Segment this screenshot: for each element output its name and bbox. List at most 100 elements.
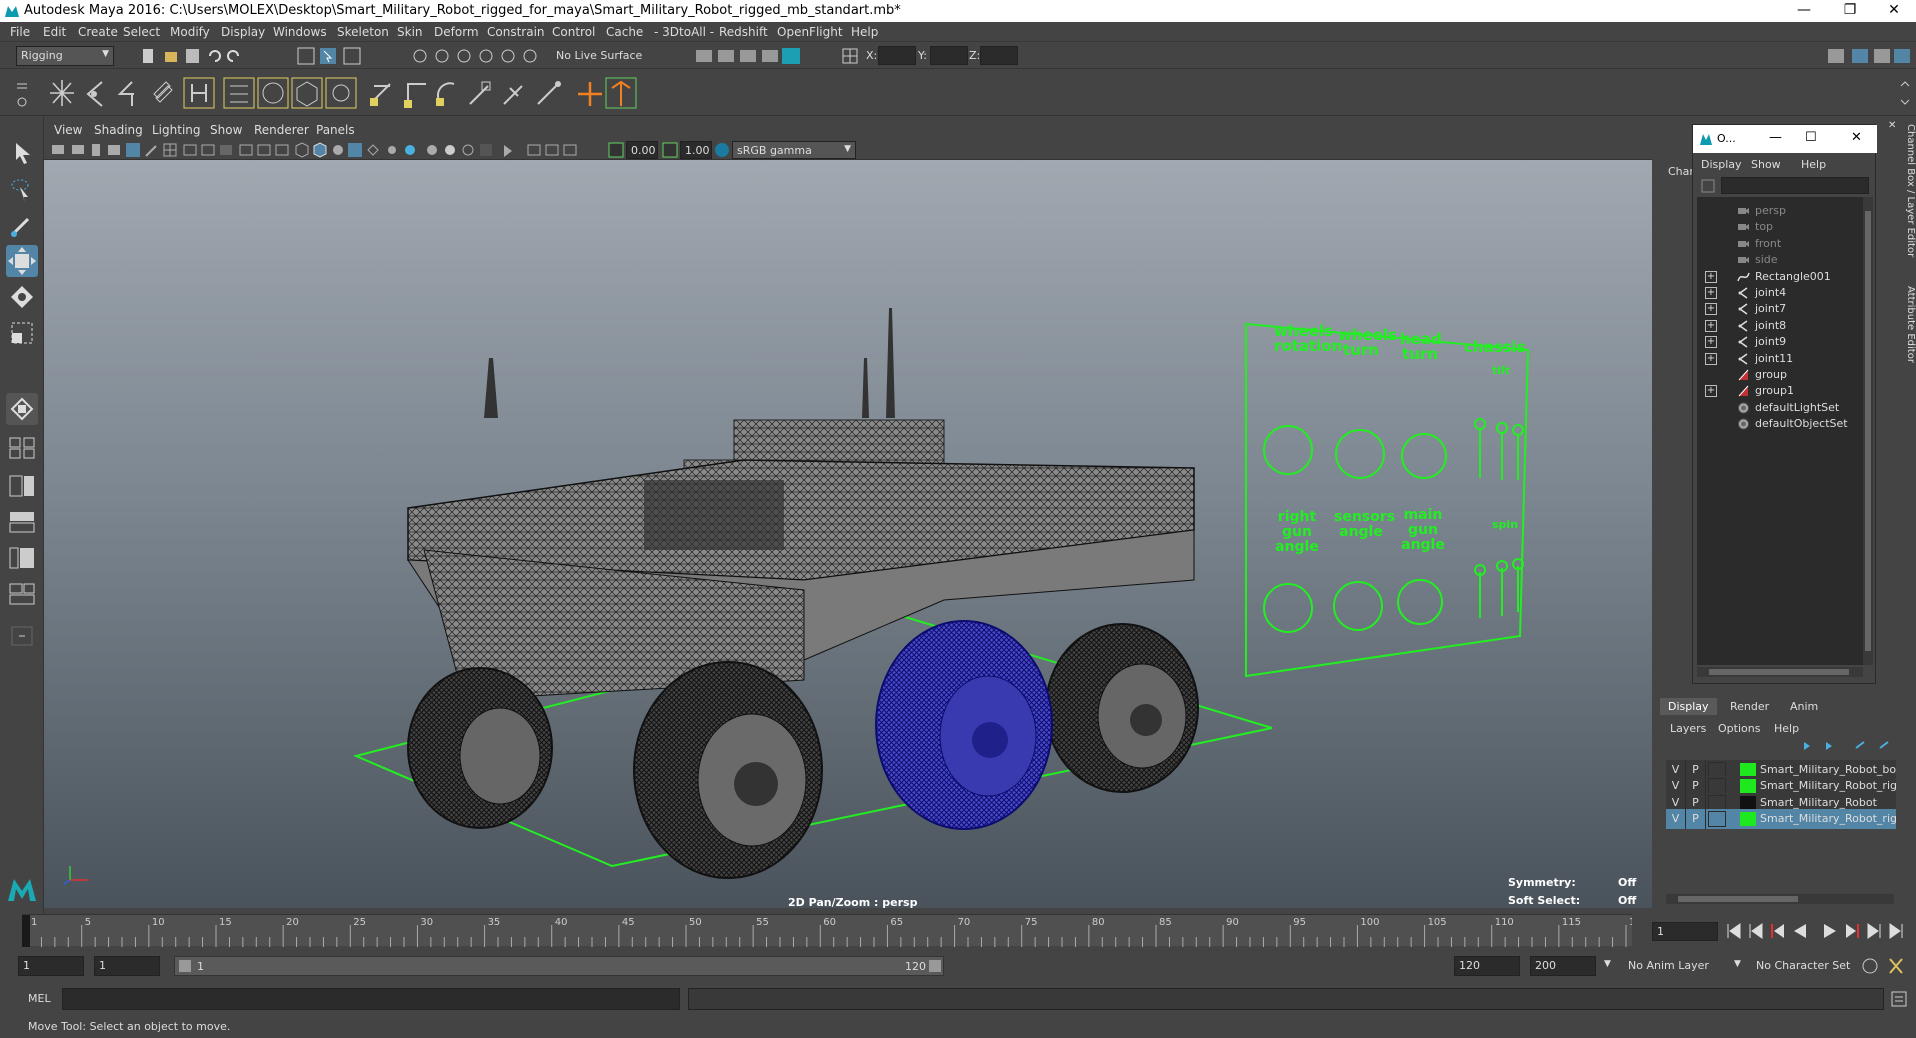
outliner-maximize-button[interactable]: ☐: [1805, 130, 1817, 145]
bookmark-icon[interactable]: [92, 144, 100, 156]
chevron-down-icon[interactable]: ▼: [1604, 959, 1611, 969]
go-to-start-icon[interactable]: [1727, 923, 1741, 939]
menu-select[interactable]: Select: [123, 25, 160, 39]
menu-openflight[interactable]: OpenFlight: [777, 25, 843, 39]
play-forward-icon[interactable]: [1824, 924, 1836, 938]
frame-selected-icon[interactable]: [563, 144, 577, 156]
colorspace-dropdown[interactable]: sRGB gamma ▼: [732, 141, 856, 159]
layout-persp-outliner-button[interactable]: [6, 545, 38, 571]
expand-plus-icon[interactable]: +: [1705, 270, 1717, 283]
select-by-component-icon[interactable]: [343, 47, 361, 65]
outliner-hscroll[interactable]: [1697, 667, 1863, 677]
grid-icon[interactable]: [163, 143, 177, 157]
2d-pan-zoom-icon[interactable]: [126, 143, 140, 157]
cluster-icon[interactable]: [325, 77, 357, 109]
save-scene-icon[interactable]: [186, 49, 199, 63]
point-constraint-icon[interactable]: [370, 83, 391, 106]
menu-skin[interactable]: Skin: [397, 25, 423, 39]
lattice-icon[interactable]: [291, 77, 323, 109]
expand-plus-icon[interactable]: +: [1705, 319, 1717, 332]
layer-menu-layers[interactable]: Layers: [1670, 722, 1706, 735]
anim-layer-label[interactable]: No Anim Layer: [1628, 959, 1709, 972]
layer-tab-display[interactable]: Display: [1660, 698, 1717, 715]
step-forward-frame-icon[interactable]: [1846, 924, 1859, 938]
locator-icon[interactable]: [578, 82, 602, 106]
panel-close-icon[interactable]: ✕: [1888, 120, 1896, 131]
layer-color-swatch[interactable]: [1740, 795, 1756, 810]
input-mode-icon[interactable]: [840, 46, 862, 66]
layer-color-swatch[interactable]: [1740, 812, 1756, 827]
snap-curve-icon[interactable]: [435, 49, 449, 63]
menu-windows[interactable]: Windows: [273, 25, 327, 39]
use-default-material-icon[interactable]: [348, 143, 362, 157]
menu-redshift[interactable]: Redshift: [719, 25, 768, 39]
current-time-indicator[interactable]: [22, 915, 30, 947]
range-start-handle[interactable]: [179, 960, 191, 972]
safe-title-icon[interactable]: [275, 144, 289, 156]
menu-skeleton[interactable]: Skeleton: [337, 25, 389, 39]
panel-menu-renderer[interactable]: Renderer: [254, 123, 309, 137]
hud-icon[interactable]: [504, 145, 512, 157]
step-forward-key-icon[interactable]: [1867, 923, 1881, 939]
expand-plus-icon[interactable]: +: [1705, 336, 1717, 349]
aim-constraint-icon[interactable]: [404, 83, 426, 108]
range-slider-bar[interactable]: 1 120: [174, 956, 944, 976]
outliner-menu-show[interactable]: Show: [1751, 158, 1781, 171]
command-input[interactable]: [62, 988, 680, 1010]
menuset-dropdown[interactable]: Rigging ▼: [16, 46, 114, 66]
lasso-tool-button[interactable]: [6, 173, 38, 205]
select-by-object-icon[interactable]: [320, 48, 336, 64]
layer-color-swatch[interactable]: [1740, 763, 1756, 777]
panel-menu-panels[interactable]: Panels: [316, 123, 355, 137]
playblast-icon[interactable]: [545, 144, 559, 156]
x-field[interactable]: [878, 46, 916, 65]
exposure-field[interactable]: 0.00: [626, 141, 658, 159]
expand-plus-icon[interactable]: +: [1705, 303, 1717, 316]
camera-attributes-icon[interactable]: [72, 145, 84, 154]
close-button[interactable]: ✕: [1872, 0, 1916, 22]
render-view-icon[interactable]: [762, 50, 778, 62]
playback-start-field[interactable]: 1: [94, 956, 160, 976]
new-layer-icon[interactable]: [1855, 741, 1865, 749]
current-frame-field[interactable]: 1: [1652, 922, 1718, 941]
layer-tab-anim[interactable]: Anim: [1782, 698, 1826, 715]
layer-hscroll[interactable]: [1666, 894, 1894, 904]
y-field[interactable]: [930, 46, 968, 65]
all-lights-icon[interactable]: [388, 146, 396, 154]
select-camera-icon[interactable]: [52, 145, 64, 154]
modeling-toolkit-icon[interactable]: [1828, 49, 1844, 63]
grease-pencil-icon[interactable]: [145, 145, 157, 157]
outliner-close-button[interactable]: ✕: [1851, 130, 1862, 145]
attribute-editor-toggle-icon[interactable]: [1852, 49, 1868, 63]
last-tool-button[interactable]: [6, 393, 38, 425]
orient-joint-icon[interactable]: [153, 81, 173, 103]
character-set-label[interactable]: No Character Set: [1756, 959, 1850, 972]
layout-four-view-button[interactable]: [6, 435, 38, 461]
render-current-frame-icon[interactable]: [718, 50, 734, 62]
redo-icon[interactable]: [227, 50, 239, 62]
make-live-icon[interactable]: [523, 49, 537, 63]
layer-menu-options[interactable]: Options: [1718, 722, 1760, 735]
time-slider[interactable]: 1 5 10 15 20 25 30 35 40 45 50 55 60 65 70 75 80 85 90 95 10…: [0, 914, 1916, 948]
menu-control[interactable]: Control: [552, 25, 595, 39]
gamma-icon[interactable]: [662, 142, 678, 158]
panel-menu-show[interactable]: Show: [210, 123, 242, 137]
go-to-end-icon[interactable]: [1889, 923, 1903, 939]
viewport-snapshot-icon[interactable]: [527, 144, 541, 156]
menu-help[interactable]: Help: [851, 25, 878, 39]
hypershade-icon[interactable]: [782, 48, 800, 64]
channel-box-toggle-icon[interactable]: [1894, 49, 1910, 63]
group-icon[interactable]: [605, 77, 637, 109]
playback-end-field[interactable]: 120: [1454, 956, 1520, 976]
robot-wheel-rear-left[interactable]: [407, 667, 553, 829]
step-back-key-icon[interactable]: [1749, 923, 1763, 939]
play-backward-icon[interactable]: [1794, 924, 1806, 938]
menu-deform[interactable]: Deform: [434, 25, 479, 39]
motion-blur-icon[interactable]: [445, 145, 455, 155]
attribute-editor-side-tab[interactable]: Attribute Editor: [1898, 286, 1916, 376]
menu-3dtoall[interactable]: - 3DtoAll -: [654, 25, 714, 39]
control-board[interactable]: [1245, 322, 1530, 678]
tool-settings-toggle-icon[interactable]: [1874, 49, 1890, 63]
field-chart-icon[interactable]: [239, 144, 253, 156]
outliner-search-field[interactable]: [1721, 177, 1869, 194]
